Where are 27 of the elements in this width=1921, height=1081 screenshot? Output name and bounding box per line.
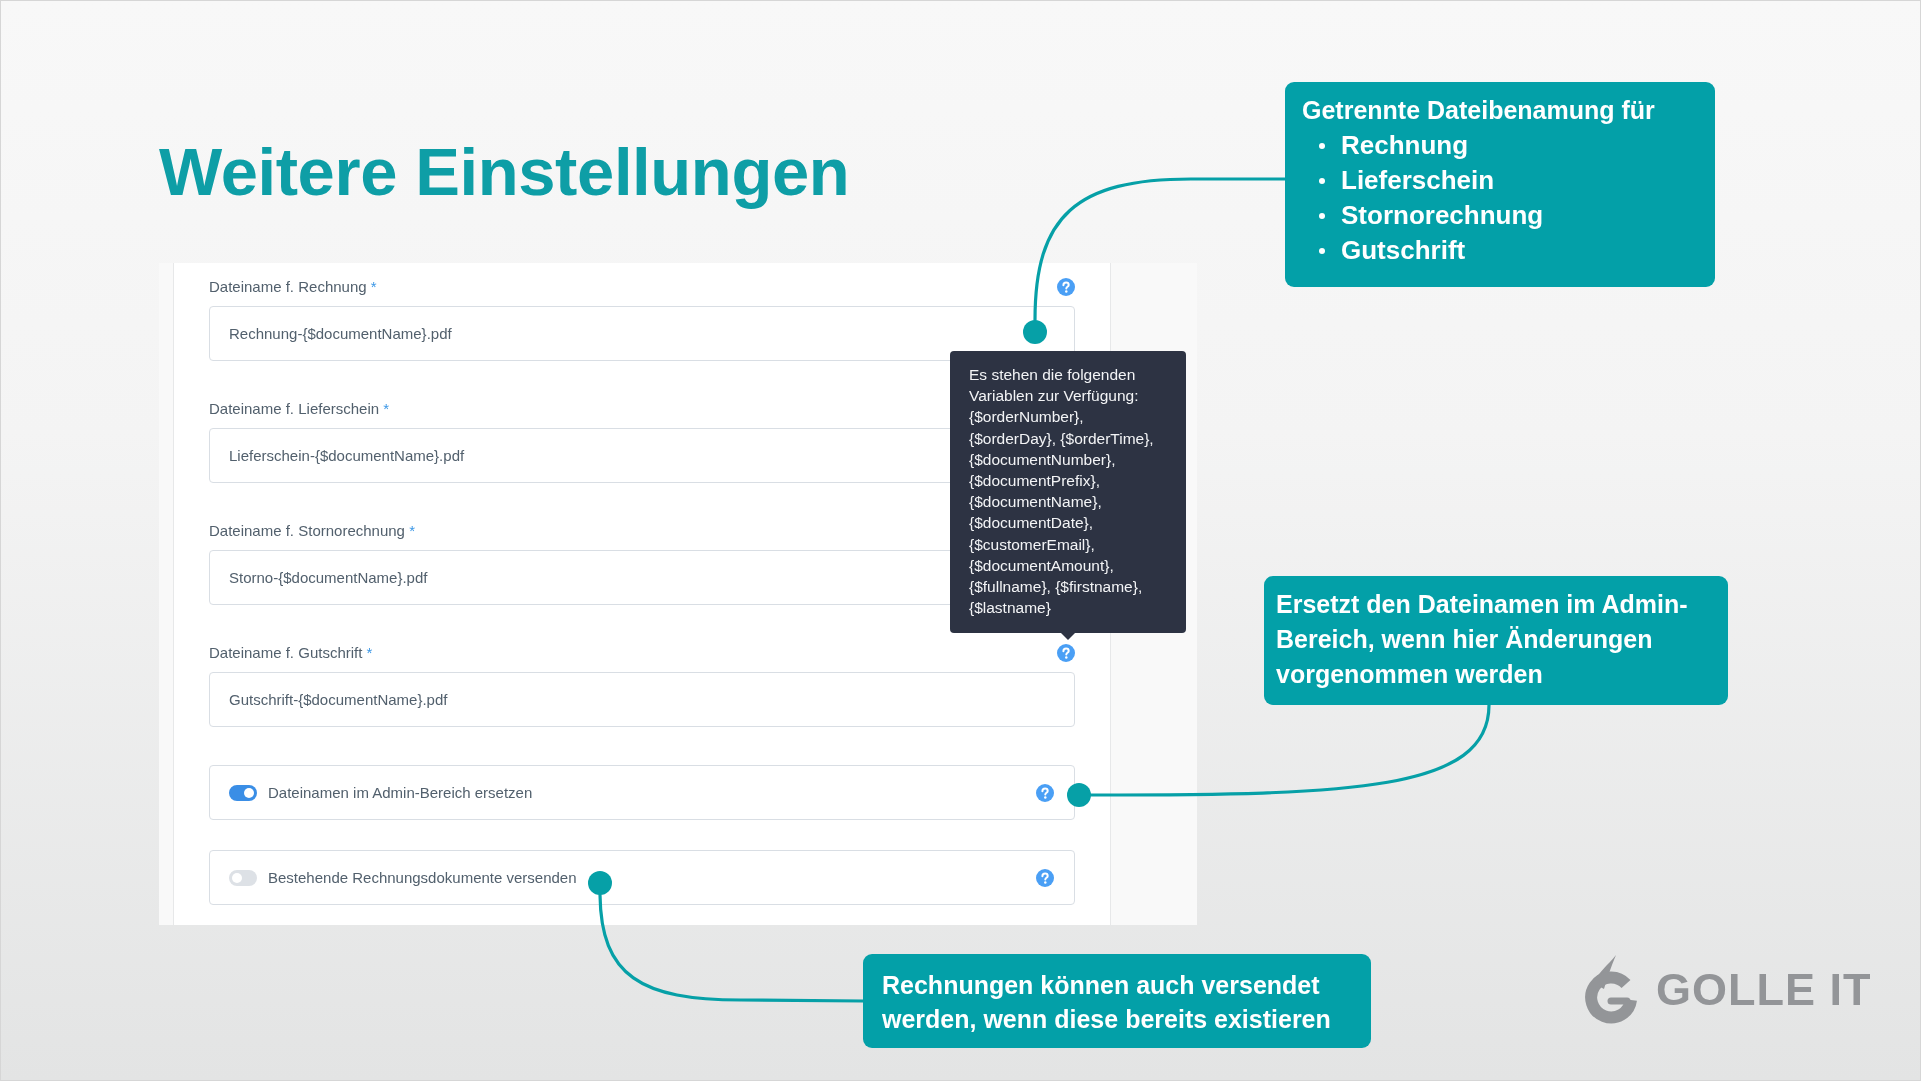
help-icon[interactable] [1036, 868, 1054, 887]
toggle-label: Dateinamen im Admin-Bereich ersetzen [268, 782, 533, 803]
logo-text: GOLLE IT [1656, 966, 1872, 1012]
toggle-switch[interactable] [229, 869, 257, 886]
field-label: Dateiname f. Gutschrift * [209, 643, 373, 663]
text-input[interactable]: Rechnung-{$documentName}.pdf [209, 306, 1075, 361]
toggle-switch[interactable] [229, 784, 257, 801]
help-icon[interactable] [1057, 278, 1075, 296]
bullet-icon [1319, 142, 1325, 149]
field-label: Dateiname f. Rechnung * [209, 277, 377, 297]
callout-list-item: Lieferschein [1341, 164, 1495, 197]
callout-list-item: Stornorechnung [1341, 199, 1544, 232]
tooltip: Es stehen die folgenden Variablen zur Verfügung: {$orderNumber}, {$orderDay}, {$orderTime}, {$documentNumber}, {$documentPrefix}, {$documentName}, {$documentDate}, {$customerEmail}, {$documentAmount}, {$fullname}, {$firstname}, {$lastname} [950, 351, 1186, 641]
text-input[interactable]: Gutschrift-{$documentName}.pdf [209, 672, 1075, 727]
field-label: Dateiname f. Lieferschein * [209, 399, 390, 419]
callout-text: Rechnungen können auch versendet werden, wenn diese bereits existieren [882, 970, 1332, 1035]
callout-list-item: Rechnung [1341, 129, 1469, 162]
callout-title: Getrennte Dateibenamung für [1302, 95, 1655, 126]
callout-text: Ersetzt den Dateinamen im Admin-Bereich, wenn hier Änderungen vorgenommen werden [1276, 589, 1689, 690]
toggle-label: Bestehende Rechnungsdokumente versenden [268, 867, 577, 888]
field-label: Dateiname f. Stornorechnung * [209, 521, 415, 541]
bullet-icon [1319, 177, 1325, 184]
bullet-icon [1319, 247, 1325, 254]
help-icon[interactable] [1036, 783, 1054, 802]
callout-list-item: Gutschrift [1341, 234, 1466, 267]
help-icon[interactable] [1057, 644, 1075, 662]
bullet-icon [1319, 212, 1325, 219]
